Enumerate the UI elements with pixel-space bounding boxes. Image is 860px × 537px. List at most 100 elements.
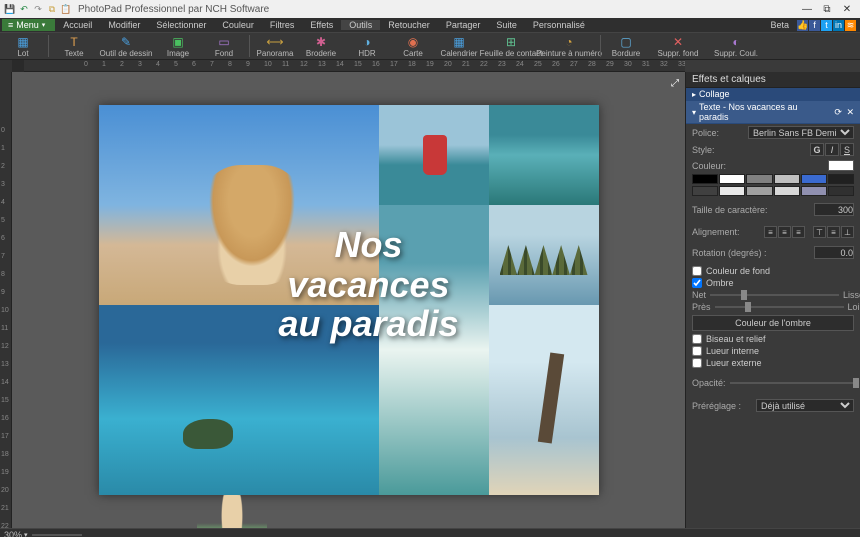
twitter-icon[interactable]: t [821,20,832,31]
tool-calendrier[interactable]: ▦Calendrier [436,33,482,59]
sharp-slider[interactable] [710,294,839,296]
outer-glow-checkbox[interactable] [692,358,702,368]
save-icon[interactable]: 💾 [4,3,16,15]
accordion-collage[interactable]: ▸ Collage [686,88,860,101]
tool-broderie[interactable]: ✱Broderie [298,33,344,59]
menu-tab[interactable]: Personnalisé [525,20,593,30]
tool-panorama[interactable]: ⟷Panorama [252,33,298,59]
tool-image[interactable]: ▣Image [155,33,201,59]
undo-icon[interactable]: ↶ [18,3,30,15]
tool-suppr-coul-[interactable]: ◐Suppr. Coul. [707,33,765,59]
minimize-button[interactable]: — [798,4,816,15]
copy-icon[interactable]: ⧉ [46,3,58,15]
charsize-input[interactable] [814,203,854,216]
collage-cell[interactable] [489,305,599,495]
main-menu-button[interactable]: ≡ Menu ▾ [2,19,55,31]
tool-texte[interactable]: TTexte [51,33,97,59]
rotation-input[interactable] [814,246,854,259]
opacity-row: Opacité: 100 [686,377,860,389]
font-select[interactable]: Berlin Sans FB Demi [748,126,854,139]
tool-hdr[interactable]: ◑HDR [344,33,390,59]
valign-middle-button[interactable]: ≡ [827,226,840,238]
underline-button[interactable]: S [840,143,854,156]
valign-top-button[interactable]: ⊤ [813,226,826,238]
color-swatch[interactable] [828,174,854,184]
menu-tab[interactable]: Effets [302,20,341,30]
tool-carte[interactable]: ◉Carte [390,33,436,59]
color-swatch[interactable] [828,186,854,196]
bgcolor-check[interactable]: Couleur de fond [686,265,860,277]
color-swatch[interactable] [828,160,854,171]
collage-page[interactable]: Nos vacances au paradis [99,105,599,495]
shadow-color-button[interactable]: Couleur de l'ombre [692,315,854,331]
color-swatch[interactable] [719,174,745,184]
color-swatch[interactable] [801,174,827,184]
color-swatch[interactable] [746,186,772,196]
opacity-slider[interactable] [730,382,859,384]
italic-button[interactable]: I [825,143,839,156]
inner-glow-checkbox[interactable] [692,346,702,356]
color-swatch[interactable] [692,186,718,196]
tool-bordure[interactable]: ▢Bordure [603,33,649,59]
redo-icon[interactable]: ↷ [32,3,44,15]
toolbar: ▦LotTTexte✎Outil de dessin▣Image▭Fond⟷Pa… [0,32,860,60]
menu-tab[interactable]: Couleur [214,20,262,30]
tool-feuille-de-contact[interactable]: ⊞Feuille de contact [482,33,540,59]
swatch-row [686,185,860,197]
text-layer[interactable]: Nos vacances au paradis [239,225,499,344]
color-swatch[interactable] [774,186,800,196]
color-swatch[interactable] [692,174,718,184]
bevel-checkbox[interactable] [692,334,702,344]
paste-icon[interactable]: 📋 [60,3,72,15]
maximize-button[interactable]: ⧉ [818,4,836,15]
tool-lot[interactable]: ▦Lot [0,33,46,59]
menu-tab[interactable]: Modifier [100,20,148,30]
zoom-value: 30% [4,530,22,537]
menu-tab[interactable]: Retoucher [380,20,438,30]
canvas-area[interactable]: ⤢ Nos vacances au paradis [12,72,685,528]
color-swatch[interactable] [774,174,800,184]
tool-fond[interactable]: ▭Fond [201,33,247,59]
menu-tab[interactable]: Outils [341,20,380,30]
shadow-checkbox[interactable] [692,278,702,288]
effects-layers-panel: Effets et calques ▸ Collage ▾ Texte - No… [685,72,860,528]
near-slider[interactable] [715,306,844,308]
zoom-dropdown-icon[interactable]: ▾ [24,531,28,537]
inner-glow-check[interactable]: Lueur interne [686,345,860,357]
align-center-button[interactable]: ≡ [778,226,791,238]
close-button[interactable]: ✕ [838,4,856,15]
valign-bottom-button[interactable]: ⊥ [841,226,854,238]
like-icon[interactable]: 👍 [797,20,808,31]
ruler-vertical: 0123456789101112131415161718192021222324… [0,72,12,528]
bold-button[interactable]: G [810,143,824,156]
menu-tab[interactable]: Filtres [262,20,303,30]
align-right-button[interactable]: ≡ [792,226,805,238]
menu-tab[interactable]: Partager [438,20,489,30]
rss-icon[interactable]: ≋ [845,20,856,31]
accordion-text-layer[interactable]: ▾ Texte - Nos vacances au paradis ⟳ ✕ [686,101,860,124]
facebook-icon[interactable]: f [809,20,820,31]
zoom-slider[interactable] [32,534,82,536]
bevel-check[interactable]: Biseau et relief [686,333,860,345]
color-swatch[interactable] [801,186,827,196]
tool-peinture-num-ro[interactable]: ◔Peinture à numéro [540,33,598,59]
tool-outil-de-dessin[interactable]: ✎Outil de dessin [97,33,155,59]
align-left-button[interactable]: ≡ [764,226,777,238]
tool-suppr-fond[interactable]: ✕Suppr. fond [649,33,707,59]
outer-glow-check[interactable]: Lueur externe [686,357,860,369]
shadow-check[interactable]: Ombre [686,277,860,289]
color-swatch[interactable] [746,174,772,184]
expand-icon[interactable]: ⤢ [671,78,679,89]
menu-tab[interactable]: Accueil [55,20,100,30]
menu-tab[interactable]: Suite [488,20,525,30]
color-swatch[interactable] [719,186,745,196]
collage-cell[interactable] [379,105,489,205]
bgcolor-checkbox[interactable] [692,266,702,276]
preset-select[interactable]: Déjà utilisé [756,399,854,412]
collage-cell[interactable] [489,105,599,205]
menu-tab[interactable]: Sélectionner [148,20,214,30]
linkedin-icon[interactable]: in [833,20,844,31]
delete-icon[interactable]: ✕ [846,107,854,117]
collage-cell[interactable] [489,205,599,305]
refresh-icon[interactable]: ⟳ [834,107,842,117]
